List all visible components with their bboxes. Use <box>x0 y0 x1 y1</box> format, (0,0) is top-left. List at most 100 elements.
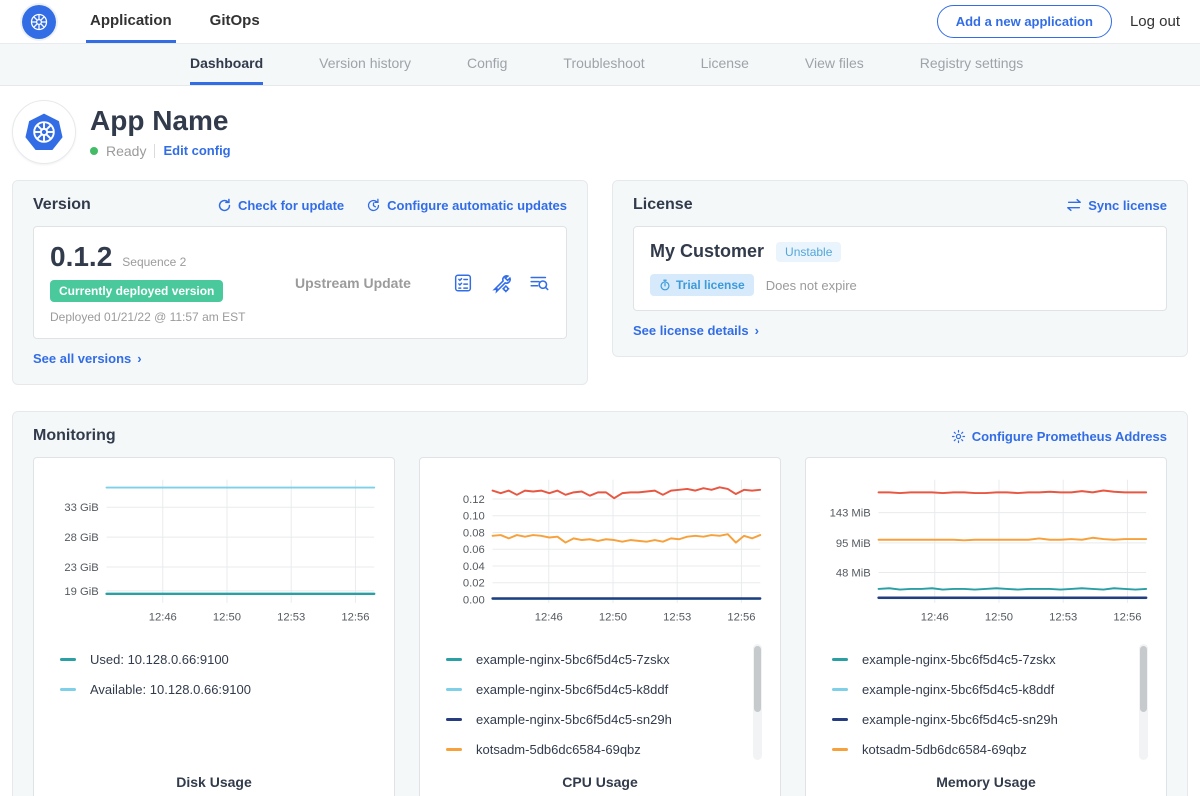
configure-automatic-updates-link[interactable]: Configure automatic updates <box>366 198 567 213</box>
top-tab-gitops[interactable]: GitOps <box>206 0 264 43</box>
legend-scrollbar[interactable] <box>1139 644 1148 760</box>
version-sequence: Sequence 2 <box>122 255 186 269</box>
see-license-details-link[interactable]: See license details› <box>633 323 759 338</box>
legend-swatch <box>446 748 462 751</box>
legend-swatch <box>446 658 462 661</box>
chart-title: CPU Usage <box>432 764 768 790</box>
legend-label: Used: 10.128.0.66:9100 <box>90 652 229 667</box>
svg-text:0.00: 0.00 <box>463 594 485 606</box>
svg-text:0.10: 0.10 <box>463 511 485 523</box>
svg-text:12:56: 12:56 <box>341 611 369 623</box>
legend-label: example-nginx-5bc6f5d4c5-k8ddf <box>476 682 668 697</box>
version-card-title: Version <box>33 196 91 214</box>
svg-text:12:53: 12:53 <box>277 611 305 623</box>
svg-text:19 GiB: 19 GiB <box>64 586 98 598</box>
svg-text:0.08: 0.08 <box>463 527 485 539</box>
top-nav-tabs: Application GitOps <box>86 0 264 43</box>
logout-link[interactable]: Log out <box>1130 13 1180 30</box>
legend-label: kotsadm-5db6dc6584-69qbz <box>862 742 1027 757</box>
tab-troubleshoot[interactable]: Troubleshoot <box>563 44 644 85</box>
chart-plot: 19 GiB23 GiB28 GiB33 GiB12:4612:5012:531… <box>46 470 382 630</box>
svg-text:28 GiB: 28 GiB <box>64 532 98 544</box>
chart-card-memory-usage: 48 MiB95 MiB143 MiB12:4612:5012:5312:56e… <box>805 457 1167 796</box>
add-application-button[interactable]: Add a new application <box>937 5 1112 38</box>
svg-text:12:53: 12:53 <box>1049 611 1077 623</box>
chart-plot: 0.000.020.040.060.080.100.1212:4612:5012… <box>432 470 768 630</box>
chart-plot: 48 MiB95 MiB143 MiB12:4612:5012:5312:56 <box>818 470 1154 630</box>
refresh-icon <box>217 198 232 213</box>
svg-text:0.06: 0.06 <box>463 544 485 556</box>
legend-item: example-nginx-5bc6f5d4c5-7zskx <box>832 644 1150 674</box>
chevron-right-icon: › <box>137 351 141 366</box>
version-source-label: Upstream Update <box>295 275 411 291</box>
scrollbar-thumb[interactable] <box>1140 646 1147 712</box>
app-header: App Name Ready Edit config <box>0 86 1200 180</box>
chart-legend: example-nginx-5bc6f5d4c5-7zskx example-ng… <box>446 644 764 764</box>
tab-config[interactable]: Config <box>467 44 507 85</box>
legend-scrollbar[interactable] <box>753 644 762 760</box>
gear-icon <box>951 429 966 444</box>
tab-registry-settings[interactable]: Registry settings <box>920 44 1023 85</box>
stopwatch-icon <box>659 279 671 291</box>
legend-item: example-nginx-5bc6f5d4c5-sn29h <box>832 704 1150 734</box>
legend-swatch <box>832 748 848 751</box>
legend-label: example-nginx-5bc6f5d4c5-sn29h <box>862 712 1058 727</box>
license-detail-row: My Customer Unstable Trial license Does … <box>633 226 1167 311</box>
trial-license-badge: Trial license <box>650 274 754 296</box>
chevron-right-icon: › <box>755 323 759 338</box>
deployed-badge: Currently deployed version <box>50 280 223 302</box>
edit-config-link[interactable]: Edit config <box>163 143 230 158</box>
legend-label: example-nginx-5bc6f5d4c5-k8ddf <box>862 682 1054 697</box>
channel-badge: Unstable <box>776 242 841 262</box>
chart-title: Disk Usage <box>46 764 382 790</box>
legend-swatch <box>60 658 76 661</box>
license-card-title: License <box>633 196 693 214</box>
tab-version-history[interactable]: Version history <box>319 44 411 85</box>
scrollbar-thumb[interactable] <box>754 646 761 712</box>
app-sub-navbar: Dashboard Version history Config Troublesho… <box>0 44 1200 86</box>
legend-swatch <box>446 688 462 691</box>
svg-text:0.12: 0.12 <box>463 494 485 506</box>
monitoring-title: Monitoring <box>33 427 116 445</box>
clock-refresh-icon <box>366 198 381 213</box>
legend-item: kotsadm-5db6dc6584-69qbz <box>446 734 764 764</box>
config-wrench-icon[interactable] <box>490 272 512 294</box>
check-for-update-link[interactable]: Check for update <box>217 198 344 213</box>
chart-card-disk-usage: 19 GiB23 GiB28 GiB33 GiB12:4612:5012:531… <box>33 457 395 796</box>
svg-text:12:56: 12:56 <box>727 611 755 623</box>
see-all-versions-link[interactable]: See all versions› <box>33 351 142 366</box>
configure-prometheus-link[interactable]: Configure Prometheus Address <box>951 429 1167 444</box>
tab-view-files[interactable]: View files <box>805 44 864 85</box>
top-tab-application[interactable]: Application <box>86 0 176 43</box>
current-version-row: 0.1.2 Sequence 2 Currently deployed vers… <box>33 226 567 339</box>
sync-license-link[interactable]: Sync license <box>1066 198 1167 213</box>
license-card: License Sync license My Customer Unstabl… <box>612 180 1188 357</box>
legend-label: kotsadm-5db6dc6584-69qbz <box>476 742 641 757</box>
tab-dashboard[interactable]: Dashboard <box>190 44 263 85</box>
legend-item: example-nginx-5bc6f5d4c5-sn29h <box>446 704 764 734</box>
legend-item: example-nginx-5bc6f5d4c5-k8ddf <box>832 674 1150 704</box>
svg-text:143 MiB: 143 MiB <box>830 507 871 519</box>
version-number: 0.1.2 <box>50 241 112 273</box>
legend-label: example-nginx-5bc6f5d4c5-sn29h <box>476 712 672 727</box>
kubernetes-logo-icon <box>22 5 56 39</box>
tab-license[interactable]: License <box>701 44 749 85</box>
svg-text:12:50: 12:50 <box>213 611 241 623</box>
svg-text:33 GiB: 33 GiB <box>64 502 98 514</box>
preflight-checklist-icon[interactable] <box>452 272 474 294</box>
legend-item: Used: 10.128.0.66:9100 <box>60 644 378 674</box>
legend-swatch <box>832 688 848 691</box>
svg-text:12:46: 12:46 <box>535 611 563 623</box>
divider <box>154 144 155 158</box>
deployed-timestamp: Deployed 01/21/22 @ 11:57 am EST <box>50 310 295 324</box>
customer-name: My Customer <box>650 241 764 262</box>
view-files-search-icon[interactable] <box>528 272 550 294</box>
chart-legend: Used: 10.128.0.66:9100 Available: 10.128.… <box>60 644 378 764</box>
legend-label: example-nginx-5bc6f5d4c5-7zskx <box>476 652 670 667</box>
monitoring-section: Monitoring Configure Prometheus Address … <box>12 411 1188 796</box>
svg-text:95 MiB: 95 MiB <box>836 538 871 550</box>
legend-label: Available: 10.128.0.66:9100 <box>90 682 251 697</box>
legend-label: example-nginx-5bc6f5d4c5-7zskx <box>862 652 1056 667</box>
legend-swatch <box>60 688 76 691</box>
top-navbar: ApplicationGitOps Add a new application … <box>0 0 1200 44</box>
